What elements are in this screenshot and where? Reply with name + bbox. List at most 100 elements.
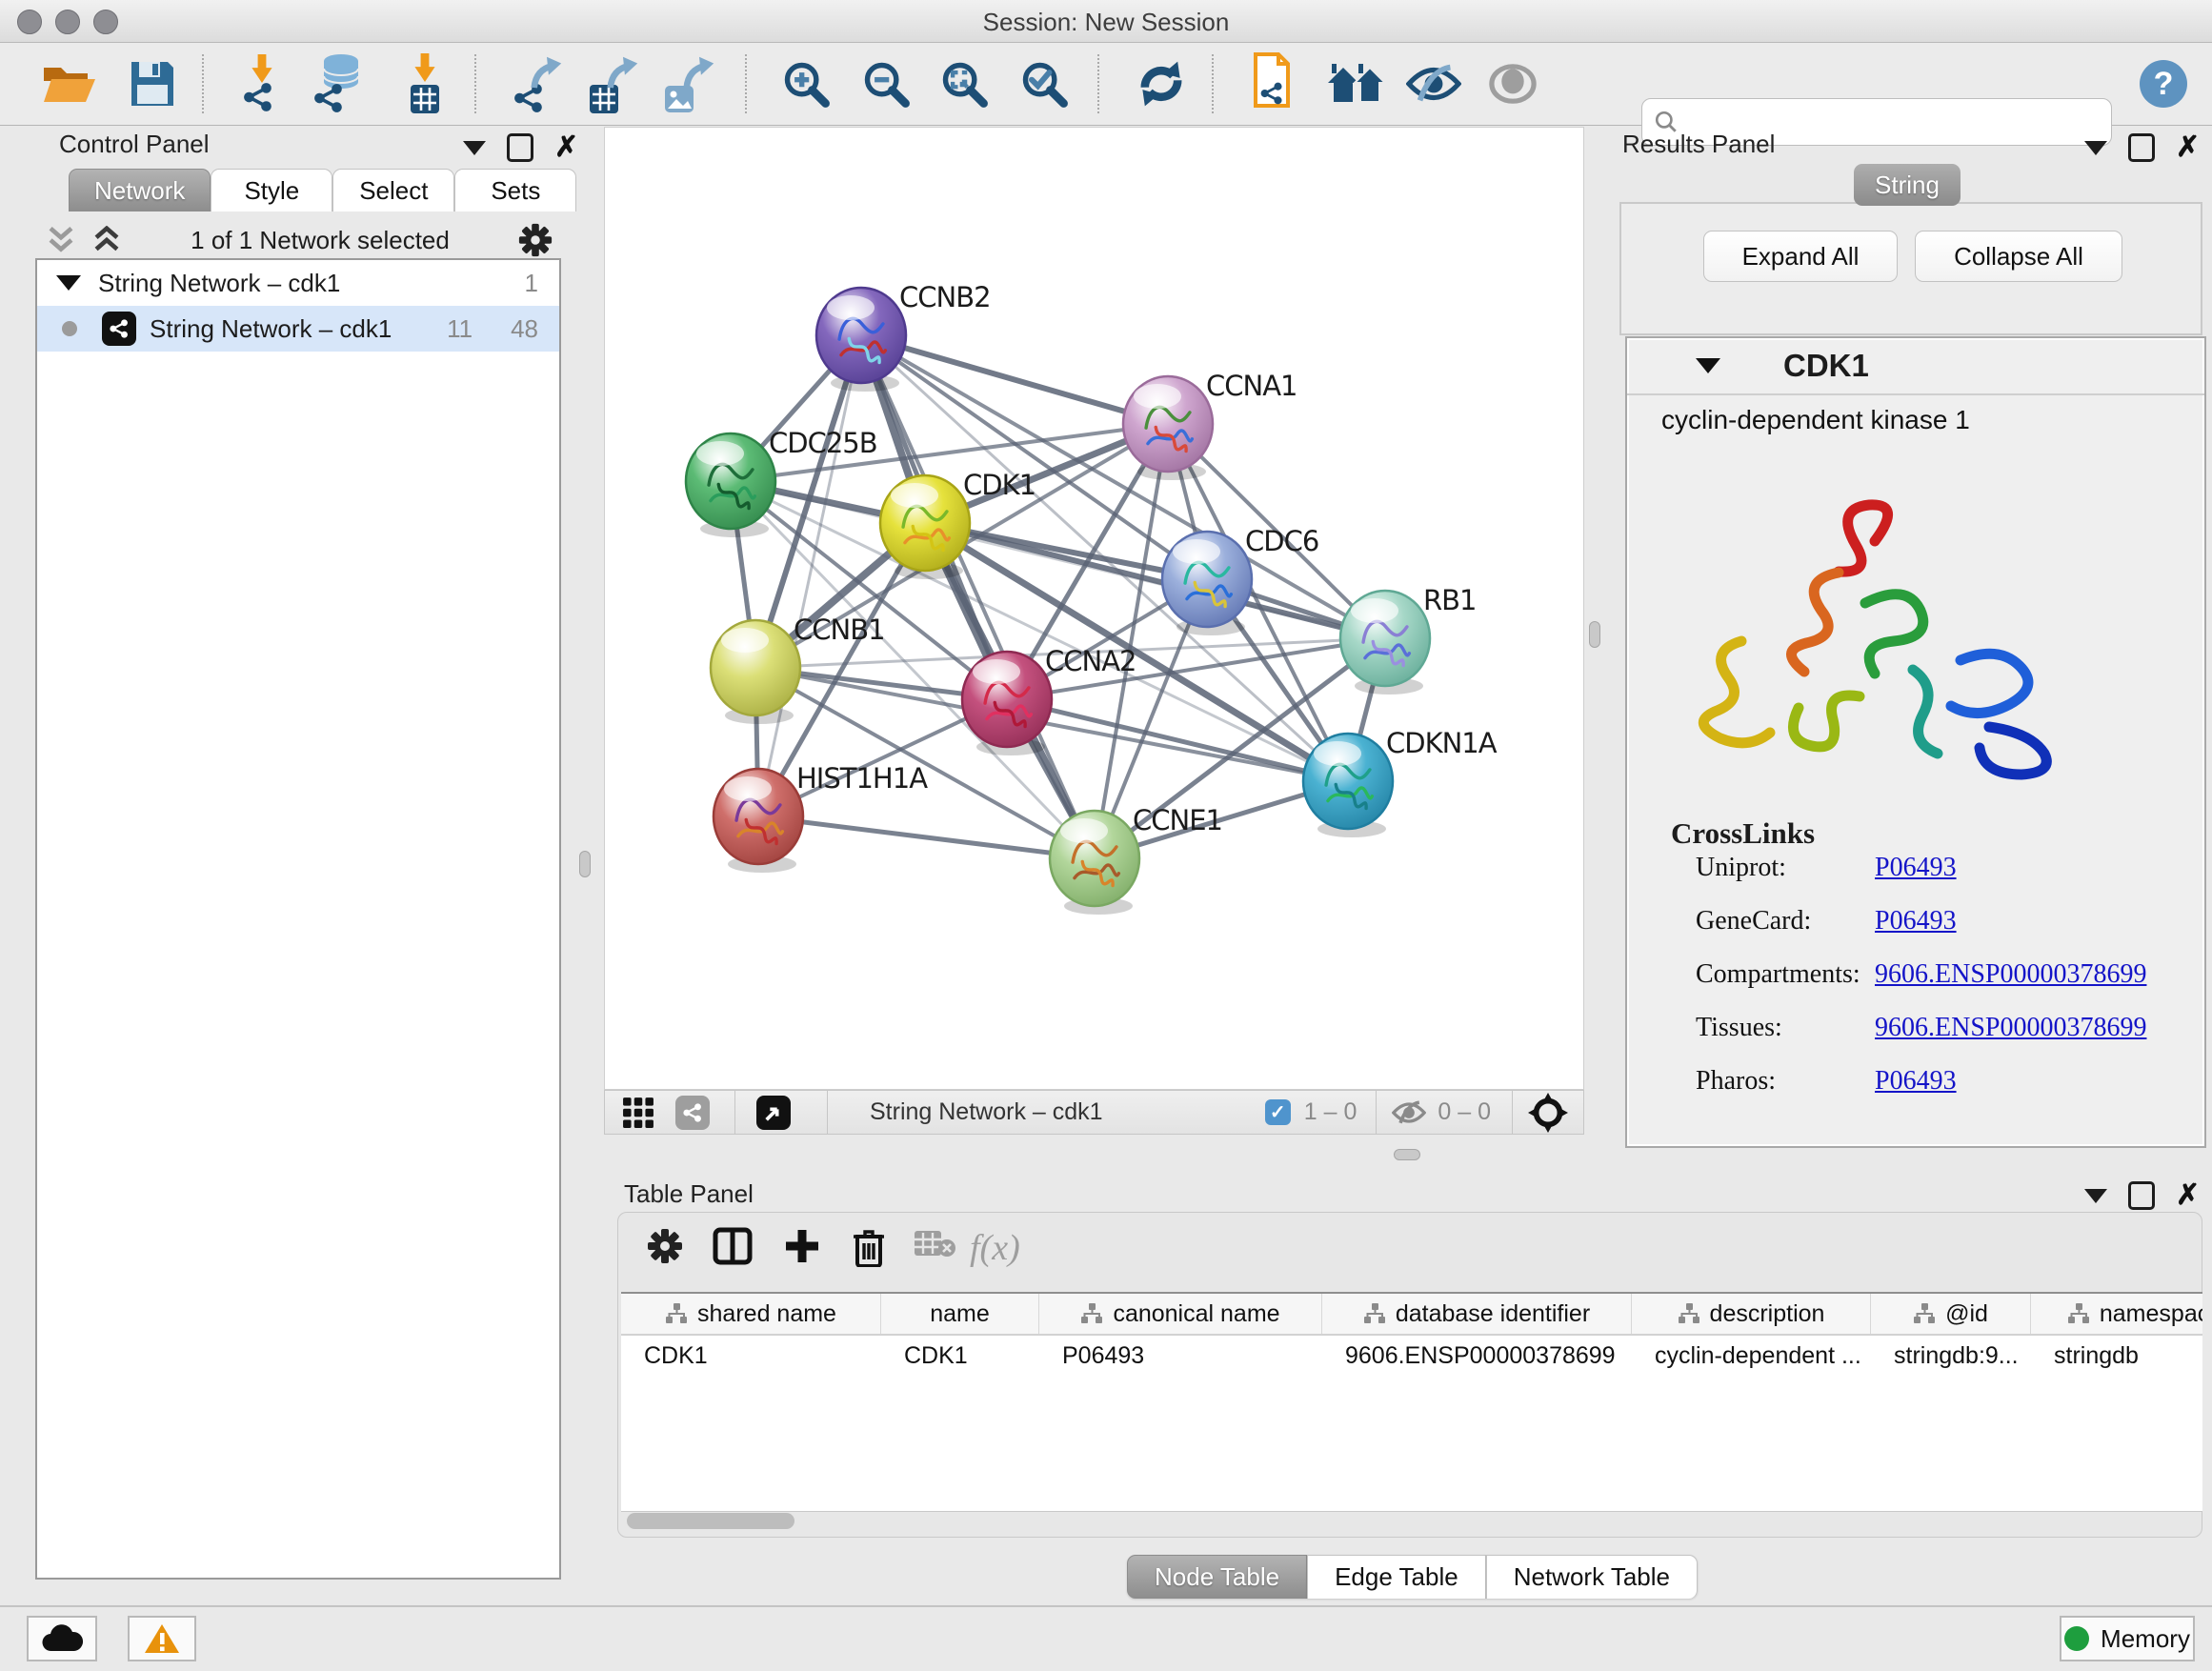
network-node-RB1[interactable]: RB1	[1340, 584, 1477, 695]
table-hscrollbar[interactable]	[621, 1511, 2199, 1534]
import-network-database-button[interactable]	[311, 53, 368, 114]
open-session-button[interactable]	[40, 60, 99, 108]
zoom-selected-icon	[1019, 59, 1069, 109]
panel-float-icon[interactable]	[2128, 133, 2155, 162]
cell--id[interactable]: stringdb:9...	[1871, 1336, 2031, 1376]
crosslink-row: Pharos:P06493	[1696, 1066, 2172, 1097]
cell-shared-name[interactable]: CDK1	[621, 1336, 881, 1376]
delete-table-button[interactable]	[913, 1227, 956, 1259]
export-table-button[interactable]	[587, 53, 642, 114]
memory-button[interactable]: Memory	[2060, 1616, 2195, 1661]
cell-description[interactable]: cyclin-dependent ...	[1632, 1336, 1871, 1376]
delete-column-button[interactable]	[850, 1227, 888, 1267]
network-options-gear-icon[interactable]	[517, 222, 553, 258]
import-network-file-button[interactable]	[238, 54, 292, 113]
network-collection-row[interactable]: String Network – cdk1 1	[37, 260, 559, 306]
panel-menu-icon[interactable]	[463, 141, 486, 155]
crosslink-value-link[interactable]: P06493	[1875, 853, 1957, 883]
detach-view-icon[interactable]	[756, 1096, 791, 1130]
zoom-in-button[interactable]	[781, 59, 831, 109]
network-row[interactable]: String Network – cdk1 11 48	[37, 306, 559, 352]
tab-style[interactable]: Style	[211, 169, 332, 211]
add-column-button[interactable]	[783, 1227, 821, 1265]
network-edge-HIST1H1A-CCNE1[interactable]	[758, 816, 1095, 858]
tab-network[interactable]: Network	[69, 169, 211, 211]
expand-all-button[interactable]: Expand All	[1703, 231, 1898, 282]
export-image-button[interactable]	[663, 53, 718, 114]
table-tab-network-table[interactable]: Network Table	[1486, 1555, 1698, 1599]
birds-eye-view-icon[interactable]	[622, 1097, 654, 1129]
crosslink-value-link[interactable]: P06493	[1875, 1066, 1957, 1097]
network-edge-CCNB2-CCNA1[interactable]	[861, 335, 1168, 424]
tab-sets[interactable]: Sets	[454, 169, 576, 211]
panel-close-icon[interactable]: ✗	[2176, 1184, 2200, 1207]
hidden-eye-slash-icon[interactable]	[1392, 1099, 1426, 1126]
column-header-namespace[interactable]: namespace	[2031, 1294, 2202, 1334]
network-node-CDKN1A[interactable]: CDKN1A	[1303, 727, 1498, 837]
right-splitter-handle[interactable]	[1589, 621, 1600, 648]
tab-select[interactable]: Select	[332, 169, 454, 211]
column-header-shared-name[interactable]: shared name	[621, 1294, 881, 1334]
help-button[interactable]: ?	[2138, 58, 2189, 110]
expand-all-icon[interactable]	[90, 226, 123, 254]
hide-selected-button[interactable]	[1406, 63, 1461, 105]
panel-menu-icon[interactable]	[2084, 141, 2107, 155]
export-network-button[interactable]	[511, 53, 566, 114]
node-table-row[interactable]: CDK1CDK1P064939606.ENSP00000378699cyclin…	[621, 1336, 2202, 1376]
collapse-all-icon[interactable]	[45, 226, 77, 254]
panel-float-icon[interactable]	[507, 133, 533, 162]
column-header--id[interactable]: @id	[1871, 1294, 2031, 1334]
scrollbar-thumb[interactable]	[627, 1513, 794, 1529]
crosslink-value-link[interactable]: 9606.ENSP00000378699	[1875, 1013, 2146, 1043]
apply-layout-button[interactable]	[1136, 59, 1187, 109]
network-node-CCNA2[interactable]: CCNA2	[962, 645, 1136, 755]
crosshair-icon[interactable]	[1528, 1093, 1568, 1133]
network-node-CCNE1[interactable]: CCNE1	[1050, 804, 1222, 915]
show-hidden-button[interactable]	[1488, 63, 1538, 105]
network-view-share-icon[interactable]	[675, 1096, 710, 1130]
network-node-CDC6[interactable]: CDC6	[1162, 525, 1318, 635]
collection-expand-icon[interactable]	[56, 275, 81, 291]
cloud-button[interactable]	[27, 1616, 97, 1661]
cell-canonical-name[interactable]: P06493	[1039, 1336, 1322, 1376]
table-tab-node-table[interactable]: Node Table	[1127, 1555, 1307, 1599]
panel-close-icon[interactable]: ✗	[2176, 136, 2200, 159]
cell-database-identifier[interactable]: 9606.ENSP00000378699	[1322, 1336, 1632, 1376]
column-header-name[interactable]: name	[881, 1294, 1039, 1334]
table-options-button[interactable]	[646, 1227, 684, 1265]
results-tab-string[interactable]: String	[1854, 164, 1961, 206]
bottom-splitter-handle[interactable]	[1394, 1149, 1420, 1160]
selected-nodes-checkbox[interactable]: ✓	[1265, 1099, 1291, 1125]
import-table-button[interactable]	[402, 53, 450, 114]
gene-header-row[interactable]: CDK1	[1627, 338, 2204, 395]
gene-expand-icon[interactable]	[1696, 358, 1720, 373]
table-tab-edge-table[interactable]: Edge Table	[1307, 1555, 1486, 1599]
clone-network-button[interactable]	[1246, 52, 1296, 115]
column-header-database-identifier[interactable]: database identifier	[1322, 1294, 1632, 1334]
zoom-selected-button[interactable]	[1019, 59, 1069, 109]
warnings-button[interactable]	[128, 1616, 196, 1661]
left-splitter-handle[interactable]	[579, 851, 591, 877]
function-builder-button[interactable]: f(x)	[970, 1227, 1020, 1269]
show-all-networks-button[interactable]	[1326, 62, 1387, 106]
panel-menu-icon[interactable]	[2084, 1189, 2107, 1203]
panel-close-icon[interactable]: ✗	[554, 136, 578, 159]
save-session-button[interactable]	[130, 60, 175, 108]
network-canvas[interactable]: CCNB2CCNA1CDC25BCDK1CDC6RB1CCNB1CCNA2CDK…	[604, 127, 1584, 1090]
network-node-HIST1H1A[interactable]: HIST1H1A	[714, 762, 928, 873]
show-columns-button[interactable]	[713, 1227, 753, 1265]
collapse-all-button[interactable]: Collapse All	[1915, 231, 2122, 282]
cell-name[interactable]: CDK1	[881, 1336, 1039, 1376]
column-header-canonical-name[interactable]: canonical name	[1039, 1294, 1322, 1334]
network-node-CDK1[interactable]: CDK1	[880, 469, 1036, 579]
crosslink-value-link[interactable]: 9606.ENSP00000378699	[1875, 959, 2146, 990]
column-header-description[interactable]: description	[1632, 1294, 1871, 1334]
crosslink-value-link[interactable]: P06493	[1875, 906, 1957, 936]
zoom-fit-button[interactable]	[939, 59, 989, 109]
panel-float-icon[interactable]	[2128, 1181, 2155, 1210]
cell-namespace[interactable]: stringdb	[2031, 1336, 2202, 1376]
eye-slash-icon	[1406, 63, 1461, 105]
network-node-CCNB1[interactable]: CCNB1	[711, 614, 885, 724]
zoom-out-button[interactable]	[861, 59, 911, 109]
network-edge-CCNB2-HIST1H1A[interactable]	[758, 335, 861, 816]
